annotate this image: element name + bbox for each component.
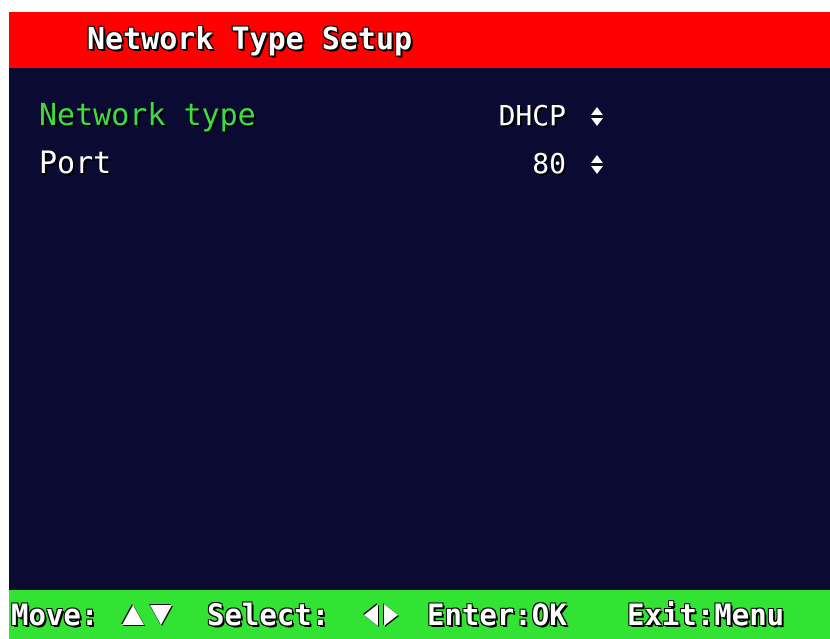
arrow-up-icon (591, 155, 603, 163)
down-triangle-icon (150, 605, 172, 625)
menu-item-port[interactable]: Port 80 (9, 142, 830, 186)
help-enter-label: Enter:OK (427, 598, 567, 632)
title-bar: Network Type Setup (9, 12, 830, 68)
up-down-arrows-icon[interactable] (589, 155, 605, 175)
help-bar: Move: Select: Enter:OK Exit:Menu (9, 590, 830, 639)
right-triangle-icon (384, 604, 398, 626)
arrow-down-icon (591, 166, 603, 174)
arrow-up-icon (591, 107, 603, 115)
menu-item-network-type[interactable]: Network type DHCP (9, 94, 830, 138)
page-title: Network Type Setup (87, 22, 413, 57)
up-down-arrows-icon[interactable] (589, 107, 605, 127)
help-select-label: Select: (207, 598, 330, 632)
network-type-value[interactable]: DHCP (499, 94, 566, 138)
arrow-down-icon (591, 118, 603, 126)
left-triangle-icon (364, 604, 378, 626)
menu-item-label: Network type (39, 98, 256, 133)
help-exit-label: Exit:Menu (627, 598, 785, 632)
menu-item-label: Port (39, 146, 112, 181)
osd-screen: Network Type Setup Network type DHCP Por… (9, 12, 830, 639)
port-value[interactable]: 80 (532, 142, 566, 186)
up-triangle-icon (122, 605, 144, 625)
help-move-label: Move: (11, 598, 99, 632)
